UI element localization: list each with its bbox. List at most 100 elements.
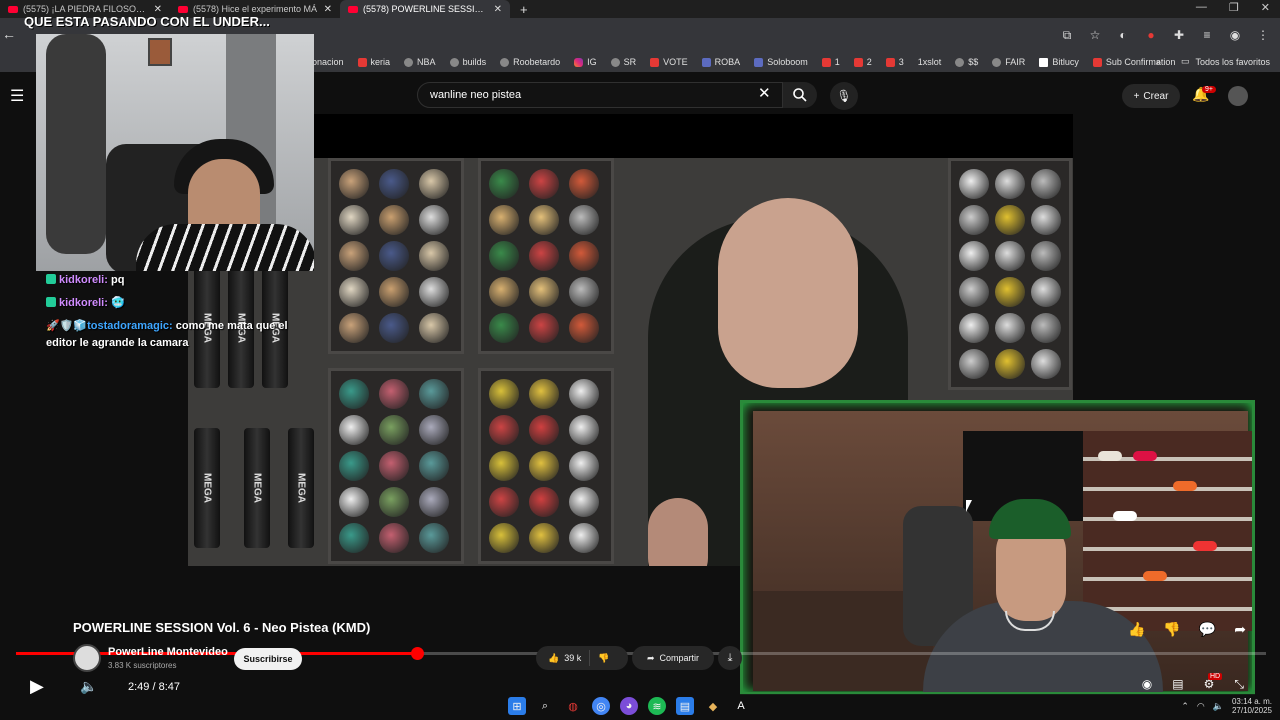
bookmark[interactable]: SR	[610, 57, 636, 67]
media-icon[interactable]: ≡	[1200, 28, 1214, 43]
all-bookmarks[interactable]: » ▭ Todos los favoritos	[1156, 56, 1270, 67]
search-button[interactable]	[783, 82, 817, 108]
fullscreen-icon[interactable]: ⤡	[1234, 677, 1244, 692]
notes-icon[interactable]: ▤	[676, 697, 694, 715]
app-icon[interactable]: ◆	[704, 697, 722, 715]
close-tab-icon[interactable]: ✕	[494, 4, 502, 15]
adobe-icon[interactable]: A	[732, 697, 750, 715]
obs-icon[interactable]: ◍	[564, 697, 582, 715]
scrubber-handle[interactable]	[411, 647, 425, 660]
spray-can-cap	[959, 349, 989, 379]
dislike-button[interactable]: 👎	[590, 653, 617, 664]
youtube-favicon-icon	[178, 5, 188, 13]
spray-can-cap	[569, 205, 599, 235]
restore-icon[interactable]: ❐	[1229, 1, 1239, 14]
autoplay-toggle-icon[interactable]: ◉	[1142, 677, 1152, 692]
comment-icon[interactable]: 💬	[1199, 621, 1216, 638]
spotify-icon[interactable]: ≋	[648, 697, 666, 715]
thumbs-down-icon[interactable]: 👎	[1163, 621, 1180, 638]
discord-icon[interactable]: ◕	[620, 697, 638, 715]
clock[interactable]: 03:14 a. m. 27/10/2025	[1232, 697, 1272, 715]
chevron-up-icon[interactable]: ⌃	[1181, 701, 1189, 712]
browser-tab-active[interactable]: (5578) POWERLINE SESSION Vo ✕	[340, 0, 510, 18]
bookmark[interactable]: Roobetardo	[500, 57, 560, 67]
spray-can-cap	[1031, 313, 1061, 343]
bookmark[interactable]: 1	[821, 57, 840, 67]
bookmark[interactable]: IG	[574, 57, 597, 67]
bookmark[interactable]: Soloboom	[754, 57, 808, 67]
builds-icon	[449, 57, 459, 67]
subtitles-icon[interactable]: ▤	[1172, 677, 1183, 692]
profile-icon[interactable]: ◉	[1228, 28, 1242, 43]
wifi-icon[interactable]: ◠	[1197, 701, 1205, 712]
hamburger-menu-icon[interactable]: ☰	[10, 86, 24, 106]
spray-can-cap	[1031, 241, 1061, 271]
bookmark[interactable]: NBA	[404, 57, 436, 67]
puzzle-icon[interactable]: ✚	[1172, 28, 1186, 43]
bookmark[interactable]: VOTE	[650, 57, 688, 67]
spray-can-cap	[995, 277, 1025, 307]
chrome-icon[interactable]: ◎	[592, 697, 610, 715]
spray-can-cap	[339, 523, 369, 553]
spray-can-cap	[379, 313, 409, 343]
channel-avatar[interactable]	[73, 644, 101, 672]
clear-search-icon[interactable]: ✕	[758, 84, 771, 102]
cast-icon[interactable]: ⧉	[1060, 28, 1074, 43]
youtube-favicon-icon	[348, 5, 358, 13]
search-input[interactable]: wanline neo pistea	[417, 82, 783, 108]
bookmark[interactable]: ROBA	[701, 57, 740, 67]
thumbs-up-icon[interactable]: 👍	[1128, 621, 1145, 638]
bookmark[interactable]: 1xslot	[918, 57, 942, 67]
extension-icon[interactable]: ●	[1144, 28, 1158, 43]
account-avatar[interactable]	[1228, 86, 1248, 106]
bookmark[interactable]: FAIR	[992, 57, 1025, 67]
bookmark[interactable]: 2	[853, 57, 872, 67]
spray-can-cap	[419, 241, 449, 271]
star-icon[interactable]: ☆	[1088, 28, 1102, 43]
chat-message: kidkoreli: 🥶	[46, 295, 312, 312]
bookmark[interactable]: builds	[449, 57, 486, 67]
instagram-icon	[574, 57, 584, 67]
guest-webcam: 👍 👎 💬 ➦ ◉ ▤ ⚙ ⤡	[740, 400, 1255, 695]
volume-icon[interactable]: 🔈	[80, 678, 97, 695]
start-windows-icon[interactable]: ⊞	[508, 697, 526, 715]
back-arrow-icon[interactable]: ←	[2, 26, 16, 42]
bookmark[interactable]: onacion	[312, 57, 344, 67]
close-tab-icon[interactable]: ✕	[154, 4, 162, 15]
thumbs-up-icon: 👍	[548, 652, 560, 663]
bookmark[interactable]: Bitlucy	[1039, 57, 1079, 67]
share-arrow-icon[interactable]: ➦	[1234, 621, 1246, 638]
extension-icon[interactable]: ◐	[1116, 28, 1130, 43]
bookmark[interactable]: keria	[357, 57, 390, 67]
new-tab-button[interactable]: +	[510, 2, 538, 17]
subscribe-button[interactable]: Suscribirse	[234, 648, 302, 670]
spray-can-cap	[569, 451, 599, 481]
spray-can-cap	[529, 169, 559, 199]
spray-can-cap	[419, 169, 449, 199]
window-controls: — ❐ ✕	[1196, 1, 1270, 14]
notification-badge: 9+	[1202, 86, 1216, 93]
spray-can-cap	[529, 379, 559, 409]
menu-dots-icon[interactable]: ⋮	[1256, 28, 1270, 43]
search-icon[interactable]: ⌕	[536, 697, 554, 715]
channel-name[interactable]: PowerLine Montevideo	[108, 646, 228, 658]
bookmark[interactable]: $$	[955, 57, 978, 67]
spray-can-cap	[959, 241, 989, 271]
spray-can-cap	[339, 205, 369, 235]
close-window-icon[interactable]: ✕	[1261, 1, 1270, 14]
spray-can-cap	[959, 313, 989, 343]
minimize-icon[interactable]: —	[1196, 1, 1207, 14]
chevron-right-icon[interactable]: »	[1156, 57, 1161, 67]
create-button[interactable]: + Crear	[1122, 84, 1180, 108]
like-button[interactable]: 👍 39 k	[536, 650, 591, 666]
spray-can-cap	[489, 415, 519, 445]
voice-search-button[interactable]: 🎙	[830, 82, 858, 110]
spray-can-cap	[489, 523, 519, 553]
stream-title: QUE ESTA PASANDO CON EL UNDER...	[24, 14, 270, 29]
bookmark[interactable]: 3	[885, 57, 904, 67]
spray-can-cap	[569, 415, 599, 445]
speaker-icon[interactable]: 🔈	[1213, 701, 1224, 712]
download-button[interactable]: ⤓	[718, 646, 742, 670]
share-button[interactable]: ➦ Compartir	[632, 646, 714, 670]
close-tab-icon[interactable]: ✕	[324, 4, 332, 15]
